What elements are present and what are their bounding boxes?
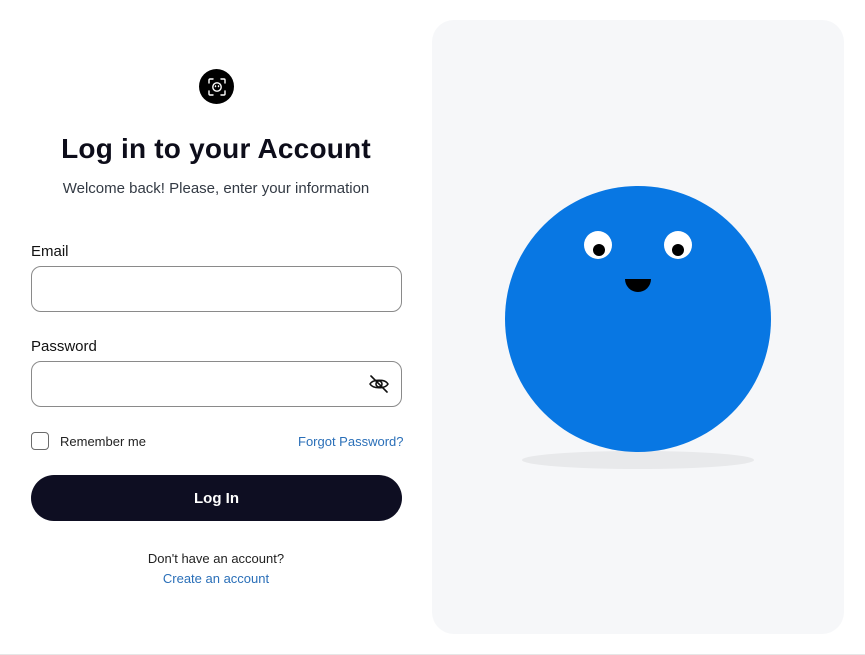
password-field[interactable]	[31, 361, 402, 407]
email-field[interactable]	[31, 266, 402, 312]
remember-me-label: Remember me	[60, 434, 146, 449]
signup-link-wrapper: Create an account	[0, 571, 432, 586]
eye-off-icon[interactable]	[368, 373, 390, 395]
character-body	[505, 186, 771, 452]
login-page: Log in to your Account Welcome back! Ple…	[0, 0, 865, 655]
login-form-column: Log in to your Account Welcome back! Ple…	[0, 0, 432, 655]
scan-face-icon	[207, 77, 226, 96]
create-account-link[interactable]: Create an account	[163, 571, 269, 586]
page-title: Log in to your Account	[61, 133, 371, 164]
email-label: Email	[31, 243, 69, 260]
remember-me-checkbox[interactable]	[31, 432, 49, 450]
login-button[interactable]: Log In	[31, 475, 402, 521]
illustration-panel	[432, 20, 844, 634]
password-label: Password	[31, 338, 97, 355]
page-subtitle: Welcome back! Please, enter your informa…	[62, 180, 370, 197]
blue-ball-character	[505, 186, 771, 469]
signup-prompt: Don't have an account?	[147, 551, 285, 566]
forgot-password-link[interactable]: Forgot Password?	[298, 434, 404, 449]
character-shadow	[522, 451, 754, 469]
logo	[199, 69, 234, 104]
